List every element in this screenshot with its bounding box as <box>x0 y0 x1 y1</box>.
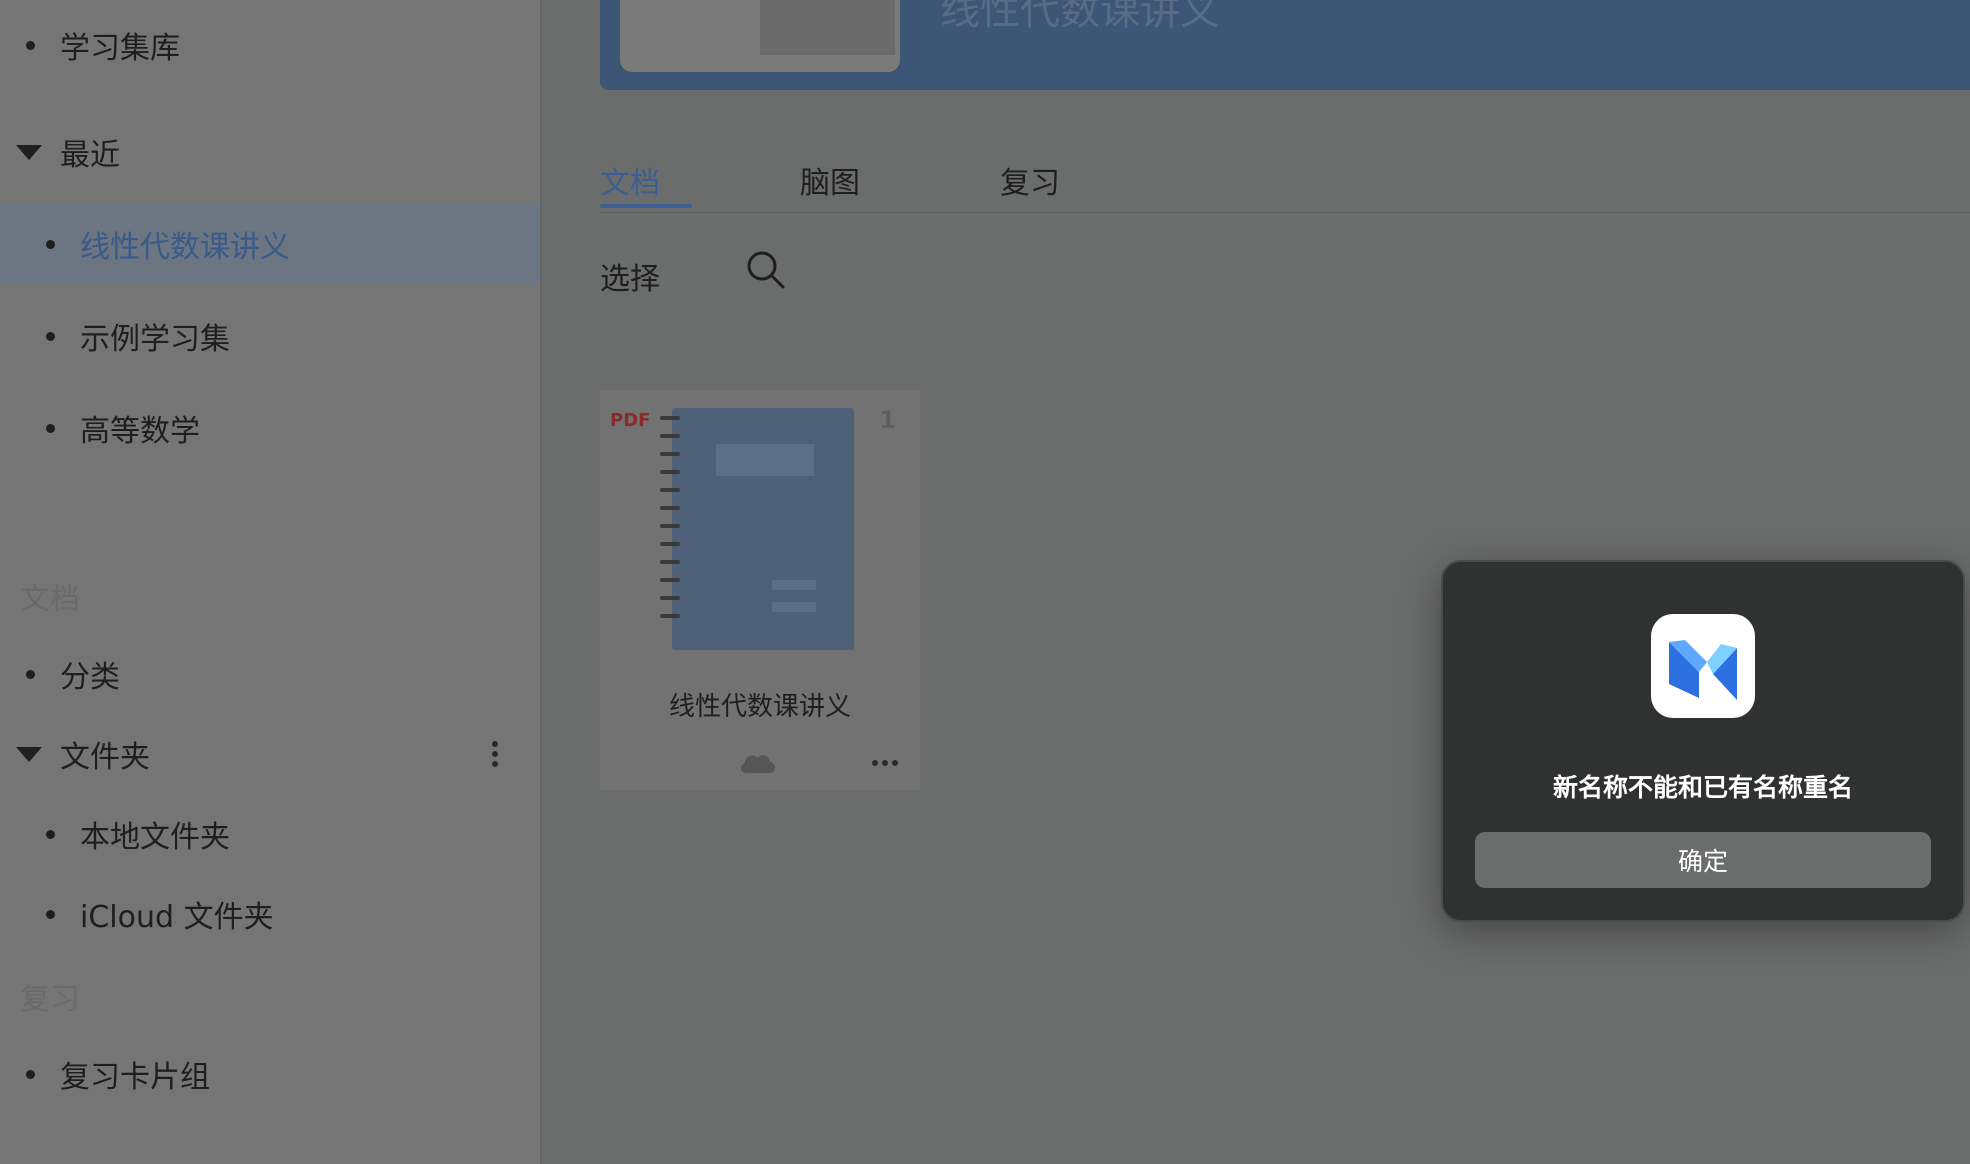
divider <box>600 212 1970 213</box>
sidebar-item-recent-2[interactable]: 示例学习集 <box>0 296 540 376</box>
tab-review[interactable]: 复习 <box>1000 158 1060 202</box>
sidebar-section-label: 文件夹 <box>60 740 150 775</box>
sidebar-item-label: 示例学习集 <box>80 322 230 357</box>
notebook-line <box>772 580 816 590</box>
sidebar-section-docs: 文档 <box>20 582 80 617</box>
sidebar-recent-header[interactable]: 最近 <box>0 112 540 192</box>
sidebar: 学习集库 最近 线性代数课讲义 示例学习集 高等数学 文档 分类 文件夹 本地文… <box>0 0 542 1164</box>
spiral-binding-icon <box>660 416 680 646</box>
page-count-badge: 1 <box>879 406 896 434</box>
pdf-badge: PDF <box>610 410 651 431</box>
notebook-cover-icon <box>672 408 854 650</box>
sidebar-item-label: 线性代数课讲义 <box>80 230 290 265</box>
bullet-icon <box>46 829 55 839</box>
more-horizontal-icon[interactable] <box>872 760 898 766</box>
bullet-icon <box>46 423 55 433</box>
tab-mindmap[interactable]: 脑图 <box>800 158 860 202</box>
sidebar-item-label: 分类 <box>60 660 120 695</box>
sidebar-item-label: iCloud 文件夹 <box>80 900 274 935</box>
sidebar-item-library[interactable]: 学习集库 <box>0 5 540 85</box>
bullet-icon <box>46 239 55 249</box>
dialog-message: 新名称不能和已有名称重名 <box>1552 773 1853 802</box>
bullet-icon <box>26 1069 35 1079</box>
sidebar-item-category[interactable]: 分类 <box>0 634 540 714</box>
sidebar-item-label: 本地文件夹 <box>80 820 230 855</box>
sidebar-item-review-cards[interactable]: 复习卡片组 <box>0 1034 540 1114</box>
page-title: 线性代数课讲义 <box>940 0 1220 34</box>
cloud-icon <box>738 750 778 774</box>
sidebar-item-recent-1[interactable]: 线性代数课讲义 <box>0 204 540 284</box>
sidebar-item-recent-3[interactable]: 高等数学 <box>0 388 540 468</box>
confirm-button[interactable]: 确定 <box>1475 832 1931 888</box>
sidebar-item-icloud-folder[interactable]: iCloud 文件夹 <box>0 874 540 954</box>
app-logo-icon <box>1651 614 1755 718</box>
bullet-icon <box>26 669 35 679</box>
sidebar-item-local-folder[interactable]: 本地文件夹 <box>0 794 540 874</box>
sidebar-item-label: 高等数学 <box>80 414 200 449</box>
notebook-line <box>772 602 816 612</box>
sidebar-section-review: 复习 <box>20 982 80 1017</box>
notebook-label <box>716 444 814 476</box>
sidebar-item-label: 学习集库 <box>60 31 180 66</box>
more-vertical-icon[interactable] <box>492 741 498 767</box>
disclosure-triangle-icon[interactable] <box>16 144 42 160</box>
bullet-icon <box>26 40 35 50</box>
tab-documents[interactable]: 文档 <box>600 158 660 202</box>
bullet-icon <box>46 331 55 341</box>
document-title: 线性代数课讲义 <box>668 692 851 722</box>
tab-active-indicator <box>600 204 692 208</box>
sidebar-item-label: 复习卡片组 <box>60 1060 210 1095</box>
sidebar-folder-header[interactable]: 文件夹 <box>0 714 540 794</box>
alert-dialog: 新名称不能和已有名称重名 确定 <box>1441 560 1965 922</box>
disclosure-triangle-icon[interactable] <box>16 746 42 762</box>
select-button[interactable]: 选择 <box>600 254 660 298</box>
header-thumbnail-inner <box>760 0 895 55</box>
bullet-icon <box>46 909 55 919</box>
search-icon[interactable] <box>746 250 786 290</box>
document-card[interactable]: PDF 1 线性代数课讲义 <box>600 390 920 790</box>
sidebar-section-label: 最近 <box>60 138 120 173</box>
